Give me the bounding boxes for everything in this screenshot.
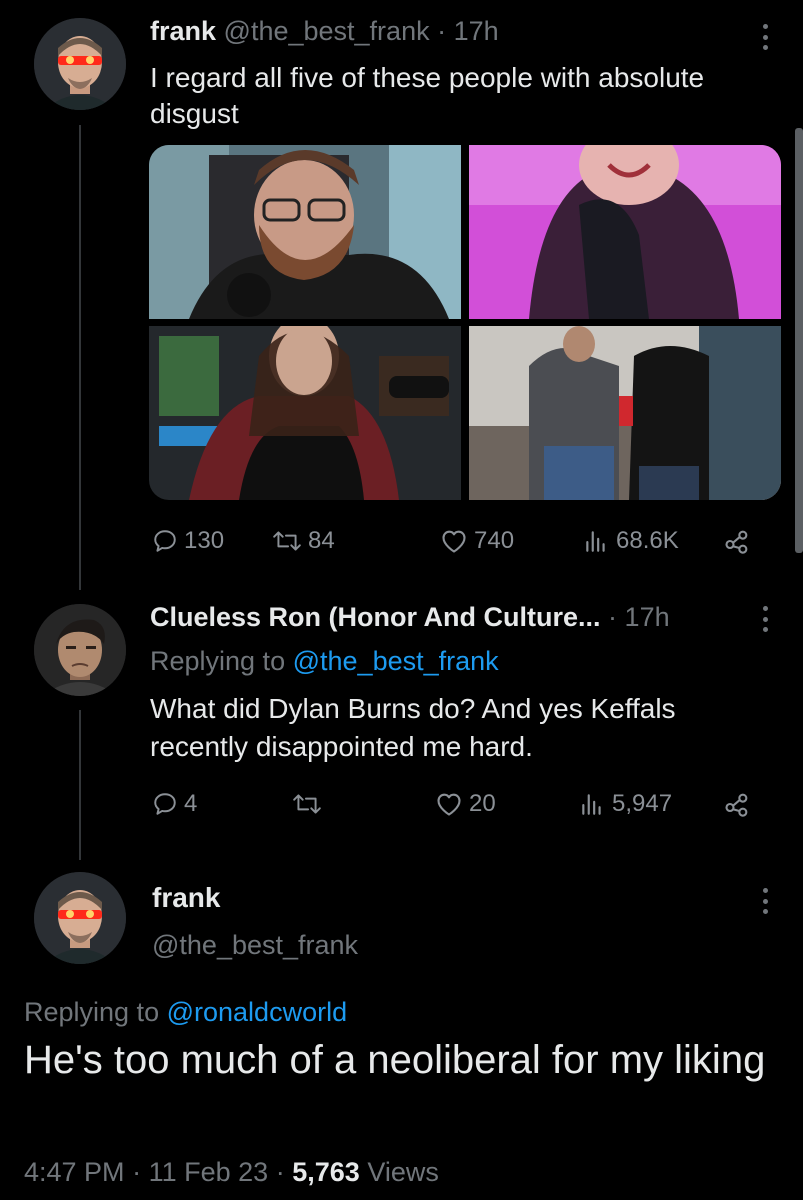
views-icon [582, 794, 601, 815]
separator-dot: · [437, 16, 447, 46]
tweet-time[interactable]: 4:47 PM [24, 1157, 125, 1187]
reply-count: 4 [184, 790, 198, 817]
reply-button[interactable]: 130 [152, 523, 224, 559]
tweet-date[interactable]: 11 Feb 23 [149, 1157, 269, 1187]
media-image-1[interactable] [149, 145, 461, 319]
tweet-header: frank @the_best_frank · 17h [150, 16, 499, 47]
replying-prefix: Replying to [24, 997, 160, 1027]
tweet-header: Clueless Ron (Honor And Culture... · 17h [150, 602, 670, 633]
like-icon [437, 793, 461, 816]
more-icon[interactable] [757, 602, 773, 636]
views-count: 68.6K [616, 527, 679, 554]
media-image-3[interactable] [149, 326, 461, 500]
tweet-time[interactable]: 17h [625, 602, 670, 632]
separator-dot: · [608, 602, 618, 632]
tweet-time[interactable]: 17h [454, 16, 499, 46]
retweet-button[interactable] [292, 786, 328, 822]
avatar-clueless-ron[interactable] [34, 604, 126, 696]
author-name[interactable]: frank [150, 16, 216, 46]
views-button[interactable]: 68.6K [582, 523, 679, 559]
media-image-2[interactable] [469, 145, 781, 319]
replying-handle-link[interactable]: @the_best_frank [293, 646, 499, 676]
views-count: 5,947 [612, 790, 673, 817]
author-name[interactable]: frank [152, 882, 220, 914]
reply-icon [154, 793, 176, 815]
views-count[interactable]: 5,763 [292, 1157, 360, 1187]
replying-to: Replying to @ronaldcworld [24, 997, 347, 1028]
share-icon [725, 530, 748, 554]
reply-icon [154, 530, 176, 552]
share-button[interactable] [722, 523, 752, 559]
like-button[interactable]: 740 [440, 523, 514, 559]
like-count: 740 [474, 527, 515, 554]
share-icon [725, 793, 748, 817]
thread-line [79, 125, 81, 590]
tweet-text: What did Dylan Burns do? And yes Keffals… [150, 693, 676, 762]
more-icon[interactable] [757, 884, 773, 918]
tweet-actions: 130 84 740 68.6K [150, 523, 770, 559]
author-handle[interactable]: @the_best_frank [224, 16, 430, 46]
like-count: 20 [469, 790, 496, 817]
retweet-icon [293, 794, 321, 814]
media-image-4[interactable] [469, 326, 781, 500]
reply-count: 130 [184, 527, 225, 554]
media-grid [149, 145, 781, 500]
reply-button[interactable]: 4 [152, 786, 197, 822]
like-button[interactable]: 20 [435, 786, 496, 822]
more-icon[interactable] [757, 20, 773, 54]
replying-prefix: Replying to [150, 646, 286, 676]
separator-dot: · [132, 1157, 142, 1187]
author-name[interactable]: Clueless Ron (Honor And Culture... [150, 602, 601, 632]
tweet-meta: 4:47 PM · 11 Feb 23 · 5,763 Views [24, 1157, 439, 1188]
retweet-icon [273, 531, 301, 551]
retweet-button[interactable]: 84 [272, 523, 335, 559]
author-handle[interactable]: @the_best_frank [152, 930, 358, 961]
separator-dot: · [275, 1157, 285, 1187]
views-button[interactable]: 5,947 [578, 786, 672, 822]
avatar-frank[interactable] [34, 18, 126, 110]
tweet-text: He's too much of a neoliberal for my lik… [24, 1038, 766, 1082]
share-button[interactable] [722, 786, 752, 822]
like-icon [442, 530, 466, 553]
retweet-count: 84 [308, 527, 335, 554]
tweet-text: I regard all five of these people with a… [150, 62, 705, 129]
views-label: Views [367, 1157, 439, 1187]
views-icon [586, 531, 605, 552]
scrollbar[interactable] [795, 128, 803, 553]
tweet-actions: 4 20 5,947 [150, 786, 770, 822]
thread-line [79, 710, 81, 860]
avatar-frank[interactable] [34, 872, 126, 964]
replying-to: Replying to @the_best_frank [150, 646, 499, 677]
replying-handle-link[interactable]: @ronaldcworld [167, 997, 347, 1027]
